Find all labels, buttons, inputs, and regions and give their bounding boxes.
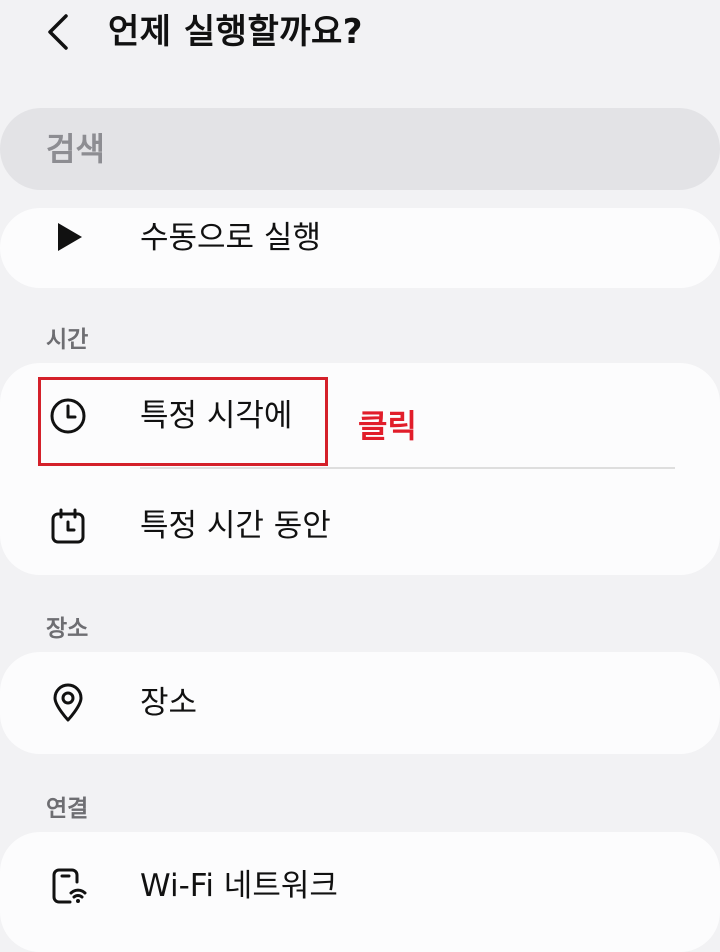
- place-item[interactable]: 장소: [0, 663, 720, 743]
- search-placeholder: 검색: [46, 130, 105, 168]
- manual-run-label: 수동으로 실행: [140, 220, 321, 256]
- calendar-clock-icon: [48, 506, 88, 546]
- manual-run-card: 수동으로 실행: [0, 208, 720, 288]
- row-divider: [140, 467, 675, 469]
- connection-card: Wi-Fi 네트워크: [0, 832, 720, 952]
- place-card: 장소: [0, 652, 720, 754]
- location-pin-icon: [48, 683, 88, 723]
- page-title: 언제 실행할까요?: [108, 12, 364, 52]
- time-item-label-0: 특정 시각에: [140, 398, 293, 434]
- connection-item-wifi[interactable]: Wi-Fi 네트워크: [0, 846, 720, 926]
- place-item-label: 장소: [140, 685, 198, 721]
- back-button[interactable]: [38, 8, 82, 56]
- play-icon: [48, 218, 88, 258]
- manual-run-item[interactable]: 수동으로 실행: [0, 198, 720, 278]
- section-header-connection: 연결: [46, 796, 89, 822]
- search-bar[interactable]: 검색: [0, 108, 720, 190]
- section-header-time: 시간: [46, 327, 89, 353]
- click-annotation: 클릭: [358, 407, 417, 445]
- chevron-left-icon: [48, 14, 68, 50]
- time-item-label-1: 특정 시간 동안: [140, 508, 331, 544]
- wifi-phone-icon: [48, 866, 88, 906]
- top-bar: 언제 실행할까요?: [0, 0, 720, 80]
- clock-icon: [48, 396, 88, 436]
- section-header-place: 장소: [46, 616, 89, 642]
- time-card: 특정 시각에 특정 시간 동안: [0, 363, 720, 575]
- time-item-duration[interactable]: 특정 시간 동안: [0, 486, 720, 566]
- connection-item-label: Wi-Fi 네트워크: [140, 868, 338, 904]
